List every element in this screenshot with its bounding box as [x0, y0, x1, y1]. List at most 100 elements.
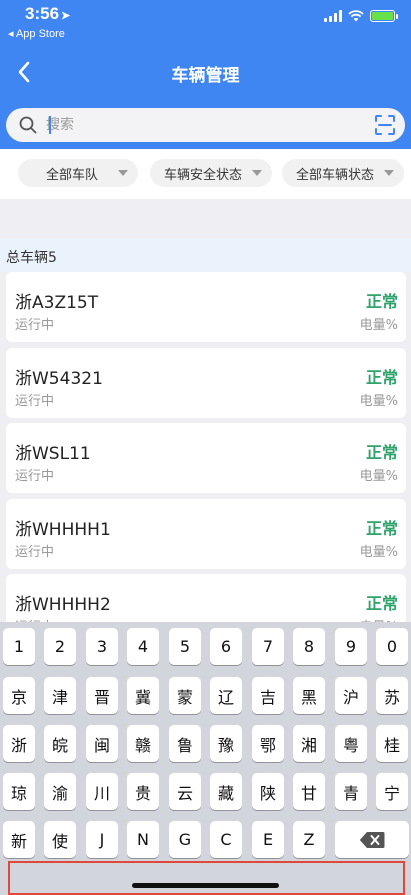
search-icon: [19, 116, 37, 134]
text-cursor: [49, 116, 51, 134]
key[interactable]: 川: [86, 773, 118, 810]
key[interactable]: 沪: [335, 677, 367, 714]
safety-status: 正常: [365, 368, 398, 387]
filter-bar: 全部车队 车辆安全状态 全部车辆状态: [0, 149, 411, 199]
license-plate: 浙WHHHH1: [15, 520, 111, 540]
key[interactable]: G: [169, 821, 201, 858]
battery-level: 电量%: [359, 394, 398, 409]
key[interactable]: 赣: [127, 725, 159, 762]
key[interactable]: 5: [169, 628, 201, 665]
key[interactable]: 3: [86, 628, 118, 665]
clock: 3:56 ➤: [25, 4, 71, 23]
key[interactable]: 闽: [86, 725, 118, 762]
wifi-icon: [348, 10, 364, 22]
license-plate: 浙WSL11: [15, 444, 91, 464]
key[interactable]: 使: [44, 821, 76, 858]
key[interactable]: 鲁: [169, 725, 201, 762]
status-bar: 3:56 ➤ ◂ App Store: [0, 0, 411, 44]
license-plate: 浙A3Z15T: [15, 293, 99, 313]
key[interactable]: 2: [44, 628, 76, 665]
key[interactable]: 皖: [44, 725, 76, 762]
key[interactable]: 粤: [335, 725, 367, 762]
key[interactable]: 吉: [252, 677, 284, 714]
key[interactable]: 云: [169, 773, 201, 810]
key[interactable]: 7: [252, 628, 284, 665]
key[interactable]: J: [86, 821, 118, 858]
scan-icon[interactable]: [373, 113, 397, 137]
key[interactable]: 鄂: [252, 725, 284, 762]
key[interactable]: 6: [210, 628, 242, 665]
safety-status: 正常: [365, 594, 398, 613]
key[interactable]: C: [210, 821, 242, 858]
vehicle-card[interactable]: 浙W54321 运行中 正常 电量%: [6, 348, 406, 418]
key[interactable]: 渝: [44, 773, 76, 810]
battery-icon: [370, 10, 398, 22]
key[interactable]: 藏: [210, 773, 242, 810]
vehicle-card[interactable]: 浙WHHHH1 运行中 正常 电量%: [6, 499, 406, 569]
search-input[interactable]: [46, 114, 366, 136]
key[interactable]: 4: [127, 628, 159, 665]
key[interactable]: 苏: [376, 677, 408, 714]
key[interactable]: 辽: [210, 677, 242, 714]
key[interactable]: 京: [3, 677, 35, 714]
backspace-icon: [359, 831, 385, 848]
total-vehicles-label: 总车辆5: [0, 238, 411, 272]
key[interactable]: 0: [376, 628, 408, 665]
key[interactable]: 1: [3, 628, 35, 665]
fleet-filter-label: 全部车队: [46, 167, 99, 183]
key[interactable]: 琼: [3, 773, 35, 810]
key[interactable]: E: [252, 821, 284, 858]
search-bar[interactable]: [6, 108, 405, 142]
safety-status: 正常: [365, 443, 398, 462]
running-state: 运行中: [15, 545, 55, 560]
key[interactable]: 冀: [127, 677, 159, 714]
cellular-signal-icon: [324, 10, 342, 22]
safety-status-filter-dropdown[interactable]: 车辆安全状态: [150, 159, 272, 187]
vehicle-status-filter-dropdown[interactable]: 全部车辆状态: [282, 159, 404, 187]
vehicle-status-filter-label: 全部车辆状态: [296, 167, 375, 183]
key[interactable]: Z: [293, 821, 325, 858]
license-plate: 浙WHHHH2: [15, 595, 111, 615]
chevron-down-icon: [384, 170, 394, 176]
key[interactable]: 桂: [376, 725, 408, 762]
home-indicator[interactable]: [132, 883, 279, 888]
delete-key[interactable]: [335, 821, 409, 858]
key[interactable]: 8: [293, 628, 325, 665]
key[interactable]: 豫: [210, 725, 242, 762]
key[interactable]: N: [127, 821, 159, 858]
key[interactable]: 贵: [127, 773, 159, 810]
key[interactable]: 9: [335, 628, 367, 665]
location-icon: ➤: [61, 10, 71, 22]
system-icons: [324, 10, 398, 22]
key[interactable]: 湘: [293, 725, 325, 762]
chevron-down-icon: [252, 170, 262, 176]
back-to-app-store-link[interactable]: ◂ App Store: [8, 27, 65, 40]
license-plate: 浙W54321: [15, 369, 103, 389]
running-state: 运行中: [15, 469, 55, 484]
safety-status: 正常: [365, 292, 398, 311]
key[interactable]: 宁: [376, 773, 408, 810]
key[interactable]: 津: [44, 677, 76, 714]
vehicle-card[interactable]: 浙A3Z15T 运行中 正常 电量%: [6, 272, 406, 342]
battery-level: 电量%: [359, 318, 398, 333]
page-title: 车辆管理: [171, 66, 240, 86]
battery-level: 电量%: [359, 545, 398, 560]
safety-status: 正常: [365, 519, 398, 538]
key[interactable]: 浙: [3, 725, 35, 762]
key[interactable]: 晋: [86, 677, 118, 714]
app-header: 3:56 ➤ ◂ App Store 车辆管理: [0, 0, 411, 149]
key[interactable]: 黑: [293, 677, 325, 714]
fleet-filter-dropdown[interactable]: 全部车队: [18, 159, 138, 187]
key[interactable]: 甘: [293, 773, 325, 810]
running-state: 运行中: [15, 318, 55, 333]
safety-status-filter-label: 车辆安全状态: [164, 167, 243, 183]
key[interactable]: 青: [335, 773, 367, 810]
battery-level: 电量%: [359, 469, 398, 484]
key[interactable]: 陕: [252, 773, 284, 810]
key[interactable]: 蒙: [169, 677, 201, 714]
running-state: 运行中: [15, 394, 55, 409]
navigation-bar: 车辆管理: [0, 50, 411, 94]
vehicle-card[interactable]: 浙WSL11 运行中 正常 电量%: [6, 423, 406, 493]
home-indicator-area: [8, 861, 405, 895]
key[interactable]: 新: [3, 821, 35, 858]
